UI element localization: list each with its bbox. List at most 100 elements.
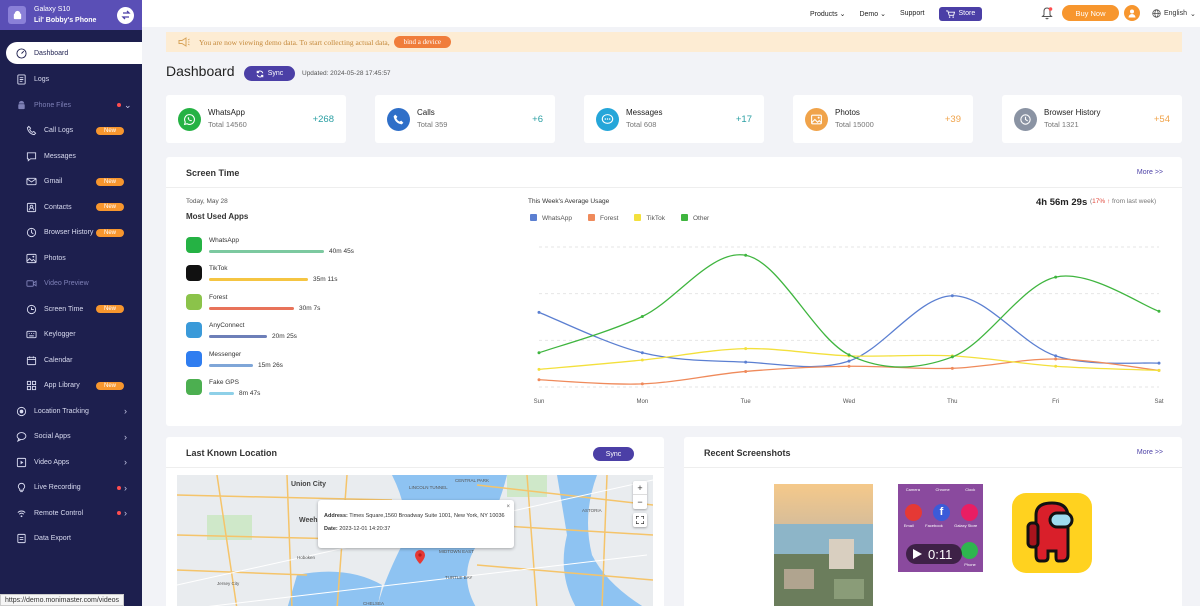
whatsapp-icon — [186, 237, 202, 253]
chevron-icon: › — [124, 457, 127, 468]
data-point-whatsapp[interactable] — [537, 310, 541, 314]
data-point-forest[interactable] — [744, 369, 748, 373]
app-usage-bar — [209, 363, 253, 367]
data-point-tiktok[interactable] — [1054, 364, 1058, 368]
stat-delta: +54 — [1153, 113, 1170, 125]
location-sync-button[interactable]: Sync — [593, 447, 634, 461]
screenshot-thumbnail-video[interactable]: Camera Chrome Clock f Email Facebook Gal… — [898, 484, 983, 572]
stat-total: Total 1321 — [1044, 120, 1079, 129]
bell-icon[interactable] — [1041, 7, 1053, 22]
chevron-down-icon: ⌄ — [880, 10, 886, 18]
chevron-icon: › — [124, 431, 127, 442]
sidebar-item-label: Contacts — [44, 203, 72, 211]
store-button[interactable]: Store — [938, 6, 983, 21]
sidebar-item-remote-control[interactable]: Remote Control › — [0, 501, 142, 527]
language-selector[interactable]: English ⌄ — [1152, 9, 1196, 18]
stat-card-messages[interactable]: Messages Total 608 +17 — [584, 95, 764, 143]
zoom-out-button[interactable]: − — [633, 495, 647, 509]
data-point-other[interactable] — [1054, 275, 1058, 279]
data-point-whatsapp[interactable] — [640, 351, 644, 355]
data-point-whatsapp[interactable] — [1054, 354, 1058, 358]
data-point-other[interactable] — [1157, 309, 1161, 313]
stat-text: Browser History Total 1321 — [1044, 107, 1100, 131]
sidebar-item-messages[interactable]: Messages — [0, 144, 142, 170]
keyboard-icon — [26, 329, 37, 340]
sidebar-item-call-logs[interactable]: Call Logs New — [0, 118, 142, 144]
sidebar-item-live-recording[interactable]: Live Recording › — [0, 475, 142, 501]
sidebar-item-social-apps[interactable]: Social Apps › — [0, 424, 142, 450]
notification-dot — [117, 485, 121, 490]
app-usage-row: WhatsApp 40m 45s — [186, 237, 366, 259]
sidebar-item-browser-history[interactable]: Browser History New — [0, 220, 142, 246]
sidebar-item-screen-time[interactable]: Screen Time New — [0, 297, 142, 323]
stat-card-browser-history[interactable]: Browser History Total 1321 +54 — [1002, 95, 1182, 143]
location-map[interactable]: Union City Weeh LINCOLN TUNNEL CENTRAL P… — [177, 475, 653, 606]
sidebar-item-location-tracking[interactable]: Location Tracking › — [0, 399, 142, 425]
stat-card-photos[interactable]: Photos Total 15000 +39 — [793, 95, 973, 143]
app-usage-time: 40m 45s — [329, 248, 354, 255]
data-point-whatsapp[interactable] — [847, 359, 851, 363]
data-point-forest[interactable] — [1054, 357, 1058, 361]
screen-time-more-link[interactable]: More >> — [1137, 169, 1163, 176]
sidebar-item-calendar[interactable]: Calendar — [0, 348, 142, 374]
data-point-forest[interactable] — [950, 366, 954, 370]
data-point-forest[interactable] — [537, 378, 541, 382]
sidebar-item-video-apps[interactable]: Video Apps › — [0, 450, 142, 476]
chart-caption: This Week's Average Usage — [528, 198, 610, 205]
location-popup: × Address: Times Square,1560 Broadway Su… — [318, 500, 514, 548]
device-switcher[interactable]: Galaxy S10 Lil' Bobby's Phone — [0, 0, 142, 30]
nav-demo[interactable]: Demo ⌄ — [859, 10, 886, 18]
sidebar-item-keylogger[interactable]: Keylogger — [0, 322, 142, 348]
sync-button[interactable]: Sync — [244, 66, 295, 81]
nav-support[interactable]: Support — [900, 10, 925, 17]
data-point-forest[interactable] — [640, 382, 644, 386]
data-point-tiktok[interactable] — [1157, 368, 1161, 372]
buy-now-button[interactable]: Buy Now — [1062, 5, 1119, 21]
x-tick-label: Fri — [1052, 399, 1059, 405]
data-point-other[interactable] — [847, 353, 851, 357]
x-tick-label: Wed — [843, 399, 855, 405]
user-avatar-icon[interactable] — [1124, 5, 1140, 21]
data-point-tiktok[interactable] — [537, 367, 541, 371]
sidebar-item-video-preview[interactable]: Video Preview — [0, 271, 142, 297]
nav-products[interactable]: Products ⌄ — [810, 10, 845, 18]
screenshot-thumbnail-beach[interactable] — [774, 484, 873, 606]
bind-device-button[interactable]: bind a device — [393, 36, 451, 48]
stat-total: Total 359 — [417, 120, 448, 129]
close-icon[interactable]: × — [506, 501, 510, 514]
sidebar-item-logs[interactable]: Logs — [0, 67, 142, 93]
video-duration: 0:11 — [928, 546, 953, 562]
sidebar-item-phone-files[interactable]: Phone Files ⌄ — [0, 93, 142, 119]
data-point-whatsapp[interactable] — [1157, 361, 1161, 365]
data-point-other[interactable] — [744, 253, 748, 257]
data-point-forest[interactable] — [847, 364, 851, 368]
device-model: Galaxy S10 — [34, 6, 71, 13]
top-nav: Products ⌄ Demo ⌄ Support Store — [810, 6, 996, 21]
app-usage-bar — [209, 335, 267, 339]
sidebar-item-dashboard[interactable]: Dashboard — [6, 42, 142, 64]
sidebar-item-gmail[interactable]: Gmail New — [0, 169, 142, 195]
stat-card-whatsapp[interactable]: WhatsApp Total 14560 +268 — [166, 95, 346, 143]
screenshot-thumbnail-game[interactable] — [1012, 493, 1092, 573]
history-icon — [26, 227, 37, 238]
stat-label: Browser History — [1044, 108, 1101, 117]
swap-device-icon[interactable] — [117, 6, 134, 24]
data-point-whatsapp[interactable] — [950, 294, 954, 298]
sidebar-item-contacts[interactable]: Contacts New — [0, 195, 142, 221]
data-point-tiktok[interactable] — [744, 347, 748, 351]
data-point-other[interactable] — [950, 355, 954, 359]
sidebar-item-data-export[interactable]: Data Export — [0, 526, 142, 552]
data-point-other[interactable] — [640, 314, 644, 318]
demo-banner-text: You are now viewing demo data. To start … — [199, 37, 390, 47]
data-point-other[interactable] — [537, 351, 541, 355]
stat-card-calls[interactable]: Calls Total 359 +6 — [375, 95, 555, 143]
zoom-in-button[interactable]: + — [633, 481, 647, 495]
sidebar-item-photos[interactable]: Photos — [0, 246, 142, 272]
sidebar-item-app-library[interactable]: App Library New — [0, 373, 142, 399]
data-point-tiktok[interactable] — [640, 358, 644, 362]
screenshots-more-link[interactable]: More >> — [1137, 449, 1163, 456]
video-play-control[interactable]: 0:11 — [906, 544, 962, 564]
image-icon — [805, 107, 828, 131]
data-point-whatsapp[interactable] — [744, 360, 748, 364]
fullscreen-icon[interactable] — [633, 513, 647, 527]
